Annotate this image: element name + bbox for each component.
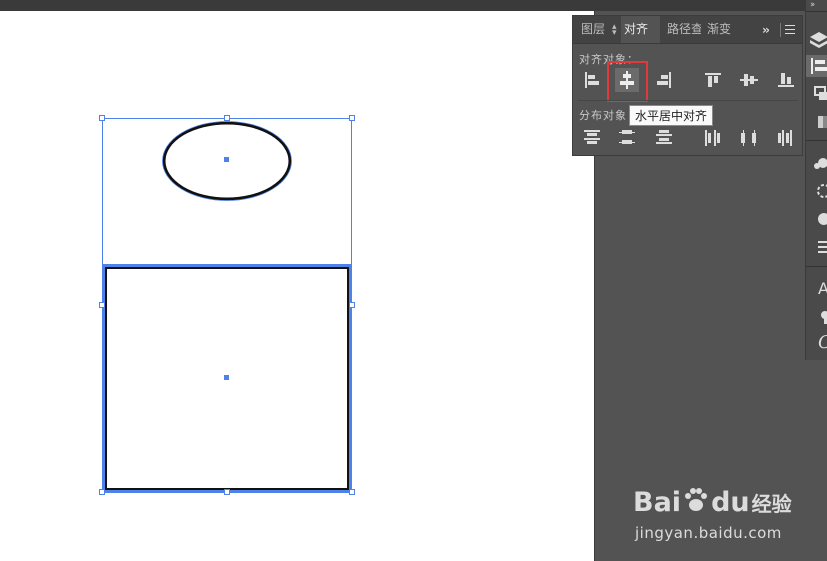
tab-pathfinder[interactable]: 路径查 xyxy=(667,16,701,43)
tab-layers[interactable]: 图层 xyxy=(581,16,611,43)
rectangle-center-point xyxy=(224,375,229,380)
panel-row-divider xyxy=(578,100,798,101)
handle-top-center[interactable] xyxy=(224,115,230,121)
brushes-list-icon[interactable] xyxy=(806,236,827,258)
handle-bottom-right[interactable] xyxy=(349,489,355,495)
handle-top-right[interactable] xyxy=(349,115,355,121)
highlighted-align-center-button xyxy=(607,61,648,102)
paragraph-icon[interactable] xyxy=(806,306,827,328)
watermark-brand: Bai du 经验 xyxy=(633,486,792,518)
tooltip: 水平居中对齐 xyxy=(629,105,714,126)
right-panel-dock: ›› A O xyxy=(805,0,827,360)
distribute-top-icon[interactable] xyxy=(580,126,604,150)
align-bottom-icon[interactable] xyxy=(774,68,798,92)
graphic-styles-icon[interactable] xyxy=(806,208,827,230)
appearance-icon[interactable] xyxy=(806,180,827,202)
distribute-vertical-center-icon[interactable] xyxy=(615,126,639,150)
handle-top-left[interactable] xyxy=(99,115,105,121)
panel-divider xyxy=(780,23,781,37)
align-panel-icon[interactable] xyxy=(806,55,827,77)
pathfinder-icon[interactable] xyxy=(806,83,827,105)
dock-divider-2 xyxy=(806,266,827,267)
handle-middle-right[interactable] xyxy=(349,302,355,308)
handle-bottom-left[interactable] xyxy=(99,489,105,495)
align-vertical-center-icon[interactable] xyxy=(737,68,761,92)
dock-top-divider xyxy=(806,11,827,12)
gradient-icon[interactable] xyxy=(806,111,827,133)
distribute-bottom-icon[interactable] xyxy=(652,126,676,150)
character-icon[interactable]: A xyxy=(806,278,827,300)
align-left-icon[interactable] xyxy=(580,68,604,92)
panel-collapse-icon[interactable]: ›› xyxy=(762,23,770,37)
dock-collapse-icon[interactable]: ›› xyxy=(810,0,815,10)
tab-layers-arrows-icon[interactable]: ▴ ▾ xyxy=(612,23,620,38)
baidu-jingyan-watermark: Bai du 经验 jingyan.baidu.com xyxy=(633,474,823,546)
distribute-right-icon[interactable] xyxy=(774,126,798,150)
align-top-icon[interactable] xyxy=(701,68,725,92)
handle-bottom-center[interactable] xyxy=(224,489,230,495)
watermark-brand-du: du xyxy=(711,487,750,518)
panel-menu-icon[interactable] xyxy=(785,25,795,35)
paw-icon xyxy=(685,488,708,511)
tab-gradient[interactable]: 渐变 xyxy=(707,16,735,43)
watermark-brand-bai: Bai xyxy=(633,487,682,518)
symbols-icon[interactable] xyxy=(806,152,827,174)
distribute-horizontal-center-icon[interactable] xyxy=(737,126,761,150)
opentype-icon[interactable]: O xyxy=(806,332,827,354)
watermark-brand-cn: 经验 xyxy=(751,492,792,516)
tab-align[interactable]: 对齐 xyxy=(621,16,660,43)
layers-icon[interactable] xyxy=(806,28,827,50)
watermark-url: jingyan.baidu.com xyxy=(635,524,782,542)
align-panel: 图层 ▴ ▾ 对齐 路径查 渐变 ›› 对齐对象： 分布对象： xyxy=(572,15,803,156)
handle-middle-left[interactable] xyxy=(99,302,105,308)
distribute-left-icon[interactable] xyxy=(701,126,725,150)
ellipse-center-point xyxy=(224,157,229,162)
align-right-icon[interactable] xyxy=(652,68,676,92)
panel-tab-bar: 图层 ▴ ▾ 对齐 路径查 渐变 ›› xyxy=(573,16,802,44)
dock-divider xyxy=(806,140,827,141)
